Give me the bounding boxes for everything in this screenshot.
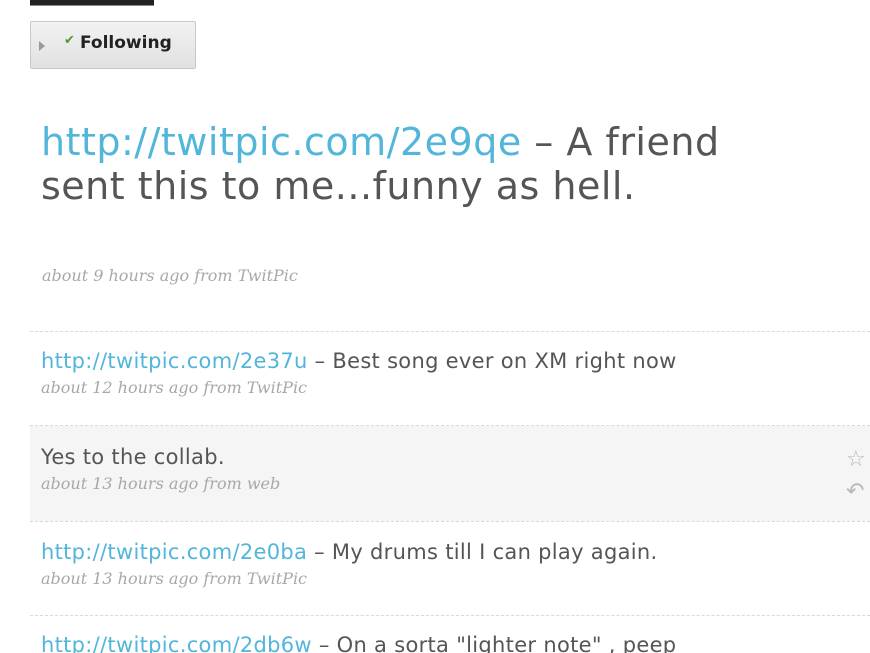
tweet-row: http://twitpic.com/2db6w – On a sorta "l… <box>30 616 870 653</box>
tweet-row: Yes to the collab. about 13 hours ago fr… <box>30 426 870 521</box>
tweet-text: Yes to the collab. <box>41 445 225 469</box>
tweet-row: http://twitpic.com/2e0ba – My drums till… <box>30 522 870 614</box>
tweet-meta[interactable]: about 12 hours ago from TwitPic <box>41 378 870 397</box>
avatar[interactable] <box>30 0 154 6</box>
tweet-text: http://twitpic.com/2e0ba – My drums till… <box>41 539 870 565</box>
featured-tweet-text: http://twitpic.com/2e9qe – A friend sent… <box>41 120 741 208</box>
tweet-link[interactable]: http://twitpic.com/2e0ba <box>41 540 307 564</box>
tweet-actions: ☆ ↶ <box>846 448 870 504</box>
featured-tweet-link[interactable]: http://twitpic.com/2e9qe <box>41 120 522 164</box>
tweet-text: http://twitpic.com/2e37u – Best song eve… <box>41 348 870 374</box>
following-label: Following <box>80 33 172 53</box>
tweet-link[interactable]: http://twitpic.com/2e37u <box>41 349 308 373</box>
featured-tweet-meta[interactable]: about 9 hours ago from TwitPic <box>42 266 298 285</box>
tweet-body: – On a sorta "lighter note" , peep <box>311 633 677 653</box>
tweet-meta[interactable]: about 13 hours ago from TwitPic <box>41 569 870 588</box>
tweet-body: – Best song ever on XM right now <box>307 349 677 373</box>
twitter-profile-page: ✔ Following http://twitpic.com/2e9qe – A… <box>0 0 870 653</box>
reply-icon[interactable]: ↶ <box>846 480 870 504</box>
arrow-right-icon[interactable] <box>39 41 45 51</box>
following-button[interactable]: ✔ Following <box>30 21 196 69</box>
tweet-text: http://twitpic.com/2db6w – On a sorta "l… <box>41 632 870 653</box>
star-icon[interactable]: ☆ <box>846 448 870 472</box>
tweet-row: http://twitpic.com/2e37u – Best song eve… <box>30 336 870 424</box>
tweet-body: – My drums till I can play again. <box>307 540 658 564</box>
tweet-meta[interactable]: about 13 hours ago from web <box>41 474 870 493</box>
check-icon: ✔ <box>64 33 75 48</box>
divider <box>30 331 870 332</box>
tweet-link[interactable]: http://twitpic.com/2db6w <box>41 633 312 653</box>
